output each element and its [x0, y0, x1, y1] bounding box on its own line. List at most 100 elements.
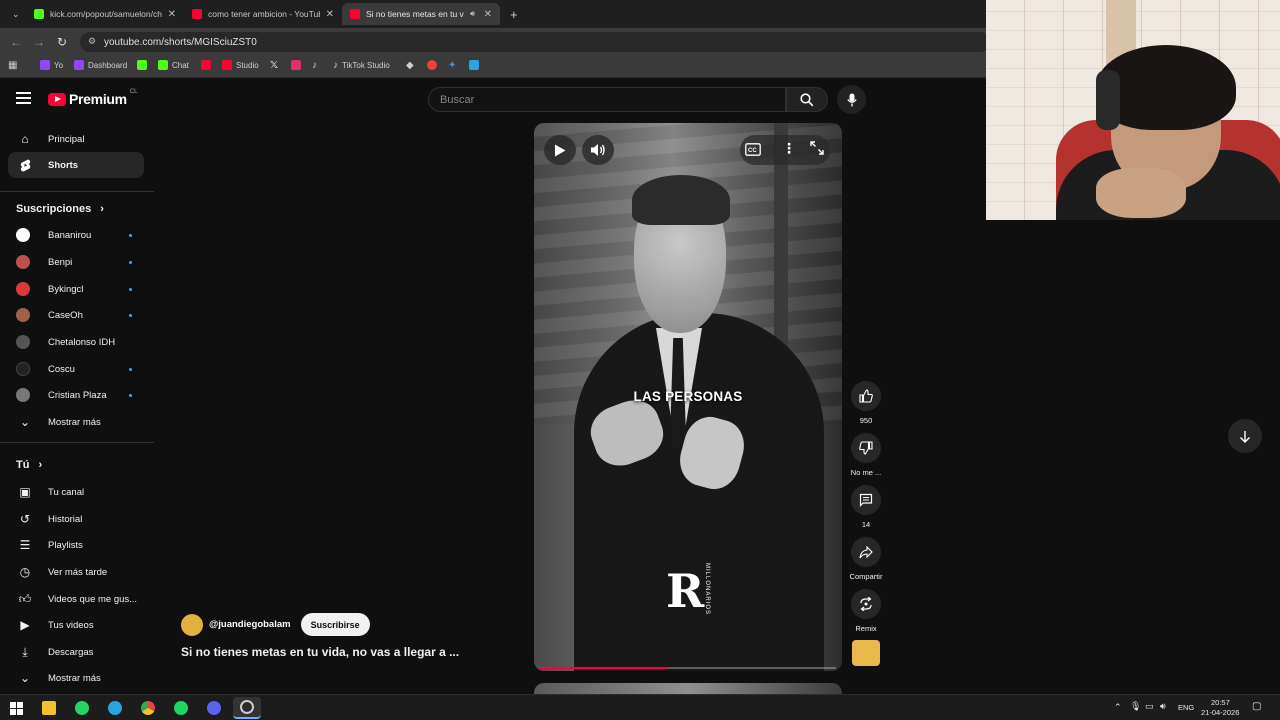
dislike-action[interactable]: No me ...: [850, 433, 882, 477]
clock-time[interactable]: 20:57: [1211, 698, 1230, 707]
network-icon[interactable]: ▭: [1145, 701, 1154, 712]
taskbar-app[interactable]: [205, 699, 223, 717]
sidebar-item-subscription[interactable]: CaseOh: [8, 302, 144, 328]
comments-action[interactable]: 14: [850, 485, 882, 529]
channel-handle[interactable]: @juandiegobalam: [209, 619, 291, 630]
back-icon[interactable]: ←: [10, 35, 22, 49]
sound-source-thumbnail[interactable]: [852, 640, 880, 666]
show-more-subscriptions[interactable]: ⌄ Mostrar más: [8, 409, 144, 435]
bookmark[interactable]: ♪ TikTok Studio: [333, 60, 390, 71]
forward-icon[interactable]: →: [33, 35, 45, 49]
video-progress-bar[interactable]: [540, 667, 836, 669]
shorts-video-player[interactable]: LAS PERSONAS R MILLONARIOS CC ⋮: [534, 123, 842, 671]
new-content-dot: [129, 393, 132, 397]
comments-button[interactable]: [851, 485, 881, 515]
taskbar-app[interactable]: [139, 699, 157, 717]
show-more-you[interactable]: ⌄ Mostrar más: [8, 665, 144, 691]
like-action[interactable]: 950: [850, 381, 882, 425]
subscriptions-heading[interactable]: Suscripciones ›: [16, 203, 104, 215]
address-bar[interactable]: ⚙ youtube.com/shorts/MGISciuZST0: [80, 32, 990, 52]
bookmark[interactable]: [137, 60, 147, 70]
dislike-button[interactable]: [851, 433, 881, 463]
volume-icon: [591, 144, 605, 156]
sidebar-item-liked-videos[interactable]: 👍︎ Videos que me gus...: [8, 586, 144, 612]
captions-button[interactable]: CC: [745, 143, 761, 161]
sidebar-item-subscription[interactable]: Cristian Plaza: [8, 382, 144, 408]
fullscreen-button[interactable]: [810, 141, 824, 160]
remix-action[interactable]: Remix: [850, 589, 882, 633]
more-options-icon[interactable]: ⋮: [782, 141, 796, 155]
video-title[interactable]: Si no tienes metas en tu vida, no vas a …: [181, 645, 459, 659]
new-content-dot: [129, 313, 132, 317]
bookmark[interactable]: Chat: [158, 60, 189, 70]
sidebar-item-your-channel[interactable]: ▣ Tu canal: [8, 479, 144, 505]
site-info-icon[interactable]: ⚙: [88, 36, 96, 47]
bookmark-icon[interactable]: ◆: [406, 60, 414, 71]
volume-button[interactable]: [582, 135, 614, 165]
clock-date[interactable]: 21-04-2026: [1201, 708, 1239, 717]
sidebar-item-shorts[interactable]: Shorts: [8, 152, 144, 178]
audio-playing-icon[interactable]: 🔊︎: [470, 9, 475, 19]
youtube-premium-logo[interactable]: Premium CL: [48, 89, 137, 107]
taskbar-app-active[interactable]: [233, 697, 261, 719]
tab-list-button[interactable]: ⌄: [4, 3, 22, 25]
bookmark[interactable]: [427, 60, 437, 70]
menu-icon[interactable]: [16, 92, 31, 104]
close-tab-icon[interactable]: ✕: [326, 9, 334, 20]
sidebar-item-your-videos[interactable]: ▶ Tus videos: [8, 612, 144, 638]
microphone-tray-icon[interactable]: 🎙︎: [1130, 701, 1141, 712]
search-button[interactable]: [786, 87, 828, 112]
search-input[interactable]: Buscar: [428, 87, 786, 112]
play-button[interactable]: [544, 135, 576, 165]
start-button[interactable]: [7, 699, 25, 717]
reload-icon[interactable]: ↻: [57, 35, 67, 49]
bookmark[interactable]: [291, 60, 301, 70]
subscribe-button[interactable]: Suscribirse: [300, 613, 370, 636]
sidebar-item-subscription[interactable]: Coscu: [8, 356, 144, 382]
taskbar-app[interactable]: [73, 699, 91, 717]
bookmark[interactable]: Yo: [40, 60, 63, 70]
sidebar-item-playlists[interactable]: ☰ Playlists: [8, 532, 144, 558]
taskbar-app[interactable]: [172, 699, 190, 717]
sidebar-item-downloads[interactable]: ⤓ Descargas: [8, 639, 144, 665]
tiktok-icon[interactable]: ♪: [312, 60, 317, 71]
file-explorer-icon: [42, 701, 56, 715]
youtube-play-icon: [48, 92, 66, 106]
input-language[interactable]: ENG: [1178, 703, 1194, 712]
close-tab-icon[interactable]: ✕: [484, 9, 492, 20]
share-button[interactable]: [851, 537, 881, 567]
you-heading[interactable]: Tú ›: [16, 459, 42, 471]
sidebar-item-home[interactable]: ⌂ Principal: [8, 126, 144, 152]
sidebar-item-history[interactable]: ↺ Historial: [8, 506, 144, 532]
voice-search-button[interactable]: [837, 85, 866, 114]
sparkle-icon[interactable]: ✦: [448, 60, 456, 71]
taskbar-app[interactable]: [106, 699, 124, 717]
taskbar-app[interactable]: [40, 699, 58, 717]
youtube-icon: [201, 60, 211, 70]
sidebar-item-subscription[interactable]: Chetalonso IDH: [8, 329, 144, 355]
share-action[interactable]: Compartir: [850, 537, 882, 581]
next-video-button[interactable]: [1228, 419, 1262, 453]
browser-tab[interactable]: como tener ambicion - YouTube ✕: [184, 3, 342, 25]
bookmark[interactable]: [469, 60, 479, 70]
bookmark[interactable]: [201, 60, 211, 70]
chevron-up-icon[interactable]: ⌃: [1114, 702, 1122, 713]
like-button[interactable]: [851, 381, 881, 411]
speaker-icon[interactable]: 🔊︎: [1160, 701, 1166, 712]
browser-tab[interactable]: kick.com/popout/samuelon/chat ✕: [26, 3, 184, 25]
sidebar-item-subscription[interactable]: Bykingcl: [8, 276, 144, 302]
tab-title: kick.com/popout/samuelon/chat: [50, 9, 162, 19]
x-twitter-icon[interactable]: 𝕏: [270, 60, 278, 71]
notifications-icon[interactable]: ▢: [1252, 701, 1261, 712]
bookmark[interactable]: Studio: [222, 60, 259, 70]
sidebar-item-watch-later[interactable]: ◷ Ver más tarde: [8, 559, 144, 585]
close-tab-icon[interactable]: ✕: [168, 9, 176, 20]
apps-grid-icon[interactable]: ▦: [8, 60, 17, 71]
remix-button[interactable]: [851, 589, 881, 619]
new-tab-button[interactable]: +: [502, 3, 522, 25]
channel-avatar[interactable]: [181, 613, 203, 636]
bookmark[interactable]: Dashboard: [74, 60, 127, 70]
sidebar-item-subscription[interactable]: Bananirou: [8, 222, 144, 248]
browser-tab-active[interactable]: Si no tienes metas en tu vida 🔊︎ ✕: [342, 3, 500, 25]
sidebar-item-subscription[interactable]: Benpi: [8, 249, 144, 275]
